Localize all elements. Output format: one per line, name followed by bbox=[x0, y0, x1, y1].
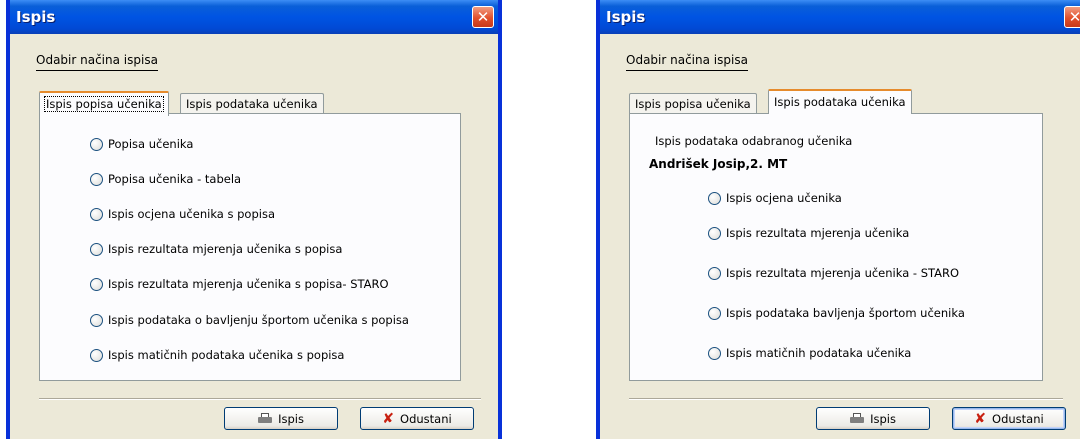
cancel-button-label: Odustani bbox=[400, 411, 452, 426]
tab-ispis-popisa-ucenika[interactable]: Ispis popisa učenika bbox=[629, 93, 757, 114]
radio-option[interactable]: Ispis podataka bavljenja športom učenika bbox=[708, 305, 965, 321]
title-bar[interactable]: Ispis ✕ bbox=[10, 0, 498, 34]
title-bar[interactable]: Ispis ✕ bbox=[600, 0, 1080, 34]
tab-ispis-podataka-ucenika[interactable]: Ispis podataka učenika bbox=[180, 93, 324, 114]
radio-label: Ispis ocjena učenika bbox=[726, 191, 842, 205]
tab-ispis-popisa-ucenika[interactable]: Ispis popisa učenika bbox=[39, 91, 169, 116]
radio-button[interactable] bbox=[708, 226, 721, 240]
radio-label: Ispis rezultata mjerenja učenika bbox=[726, 226, 910, 240]
tab-label: Ispis podataka učenika bbox=[774, 95, 906, 109]
radio-label: Ispis matičnih podataka učenika bbox=[726, 346, 912, 360]
print-button-label: Ispis bbox=[278, 411, 304, 426]
radio-option[interactable]: Ispis matičnih podataka učenika bbox=[708, 345, 911, 361]
cancel-button-label: Odustani bbox=[992, 411, 1044, 426]
radio-label: Ispis rezultata mjerenja učenika s popis… bbox=[108, 277, 389, 291]
radio-label: Ispis ocjena učenika s popisa bbox=[108, 207, 275, 221]
radio-button[interactable] bbox=[90, 348, 103, 362]
print-dialog-list: Ispis ✕ Odabir načina ispisa Ispis popis… bbox=[6, 0, 502, 439]
radio-button[interactable] bbox=[708, 306, 721, 320]
radio-label: Popisa učenika - tabela bbox=[108, 172, 242, 186]
cancel-button[interactable]: ✘ Odustani bbox=[952, 407, 1066, 430]
radio-button[interactable] bbox=[90, 277, 103, 291]
window-title: Ispis bbox=[606, 8, 646, 26]
radio-button[interactable] bbox=[90, 313, 103, 327]
printer-icon bbox=[850, 413, 865, 424]
print-button-label: Ispis bbox=[870, 411, 896, 426]
radio-button[interactable] bbox=[90, 242, 103, 256]
radio-option[interactable]: Ispis rezultata mjerenja učenika - STARO bbox=[708, 265, 959, 281]
radio-button[interactable] bbox=[90, 172, 103, 186]
tab-label: Ispis podataka učenika bbox=[186, 97, 318, 111]
close-icon: ✕ bbox=[1069, 8, 1080, 26]
group-label: Odabir načina ispisa bbox=[626, 53, 748, 71]
window-title: Ispis bbox=[16, 8, 56, 26]
radio-option[interactable]: Ispis rezultata mjerenja učenika s popis… bbox=[90, 276, 389, 292]
cancel-button[interactable]: ✘ Odustani bbox=[360, 407, 474, 430]
x-icon: ✘ bbox=[382, 410, 395, 427]
radio-label: Ispis rezultata mjerenja učenika - STARO bbox=[726, 266, 960, 280]
group-label: Odabir načina ispisa bbox=[36, 53, 158, 71]
tab-panel bbox=[629, 113, 1043, 381]
radio-button[interactable] bbox=[708, 191, 721, 205]
tab-label: Ispis popisa učenika bbox=[635, 97, 751, 111]
info-text: Ispis podataka odabranog učenika bbox=[655, 134, 853, 148]
print-dialog-student: Ispis ✕ Odabir načina ispisa Ispis popis… bbox=[596, 0, 1080, 439]
radio-label: Ispis podataka bavljenja športom učenika bbox=[726, 306, 965, 320]
close-button[interactable]: ✕ bbox=[1064, 6, 1080, 28]
radio-option[interactable]: Ispis matičnih podataka učenika s popisa bbox=[90, 347, 344, 363]
x-icon: ✘ bbox=[974, 410, 987, 427]
printer-icon bbox=[258, 413, 273, 424]
tab-ispis-podataka-ucenika[interactable]: Ispis podataka učenika bbox=[768, 89, 912, 114]
tab-label: Ispis popisa učenika bbox=[44, 96, 164, 112]
radio-option[interactable]: Popisa učenika bbox=[90, 136, 193, 152]
close-button[interactable]: ✕ bbox=[472, 6, 494, 28]
radio-option[interactable]: Ispis podataka o bavljenju športom učeni… bbox=[90, 312, 409, 328]
radio-option[interactable]: Ispis ocjena učenika bbox=[708, 190, 842, 206]
radio-option[interactable]: Popisa učenika - tabela bbox=[90, 171, 241, 187]
radio-label: Popisa učenika bbox=[108, 137, 194, 151]
radio-label: Ispis rezultata mjerenja učenika s popis… bbox=[108, 242, 343, 256]
radio-button[interactable] bbox=[708, 346, 721, 360]
radio-option[interactable]: Ispis rezultata mjerenja učenika bbox=[708, 225, 909, 241]
print-button[interactable]: Ispis bbox=[224, 407, 338, 430]
radio-label: Ispis matičnih podataka učenika s popisa bbox=[108, 348, 345, 362]
print-button[interactable]: Ispis bbox=[816, 407, 930, 430]
radio-button[interactable] bbox=[90, 137, 103, 151]
separator bbox=[629, 398, 1063, 400]
separator bbox=[39, 398, 481, 400]
radio-label: Ispis podataka o bavljenju športom učeni… bbox=[108, 313, 409, 327]
radio-button[interactable] bbox=[708, 266, 721, 280]
close-icon: ✕ bbox=[476, 8, 490, 26]
radio-button[interactable] bbox=[90, 207, 103, 221]
radio-option[interactable]: Ispis ocjena učenika s popisa bbox=[90, 206, 275, 222]
student-name: Andrišek Josip,2. MT bbox=[649, 157, 788, 171]
radio-option[interactable]: Ispis rezultata mjerenja učenika s popis… bbox=[90, 241, 342, 257]
